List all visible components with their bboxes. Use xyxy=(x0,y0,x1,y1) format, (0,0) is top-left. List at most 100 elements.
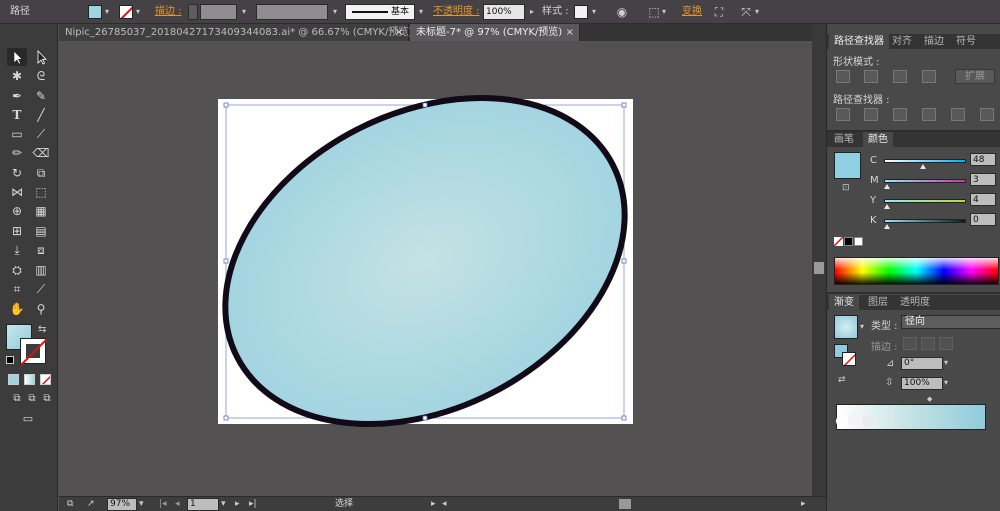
fill-swatch[interactable] xyxy=(88,5,102,19)
none-mode-button[interactable] xyxy=(40,374,51,385)
next-artboard-icon[interactable]: ▸ xyxy=(235,497,240,511)
trim-button[interactable] xyxy=(864,108,878,121)
symbol-sprayer-tool-icon[interactable]: ⛭ xyxy=(7,261,27,279)
gradient-angle-field[interactable]: 0° xyxy=(901,357,943,370)
channel-m-value[interactable]: 3 xyxy=(970,173,996,186)
graphic-style-dropdown[interactable]: ▾ xyxy=(589,4,599,20)
channel-k-thumb[interactable] xyxy=(884,224,890,229)
stroke-weight-stepper[interactable] xyxy=(188,4,198,20)
channel-k-slider[interactable] xyxy=(884,219,966,223)
draw-inside-icon[interactable]: ⧉ xyxy=(37,390,57,408)
opacity-dropdown[interactable]: ▸ xyxy=(527,4,537,20)
direct-selection-tool-icon[interactable] xyxy=(31,48,51,66)
gradient-midpoint-icon[interactable]: ◆ xyxy=(927,395,932,403)
tab-brushes[interactable]: 画笔 xyxy=(829,132,859,147)
screen-mode-icon[interactable]: ▭ xyxy=(18,410,38,428)
opacity-field[interactable]: 100% xyxy=(483,4,525,20)
zoom-tool-icon[interactable]: ⚲ xyxy=(31,300,51,318)
rotate-tool-icon[interactable]: ↻ xyxy=(7,164,27,182)
outline-button[interactable] xyxy=(951,108,965,121)
color-mode-button[interactable] xyxy=(8,374,19,385)
artboard-number-field[interactable]: 1 xyxy=(187,498,219,511)
channel-y-slider[interactable] xyxy=(884,199,966,203)
hand-tool-icon[interactable]: ✋ xyxy=(7,300,27,318)
gradient-stop-left[interactable] xyxy=(836,415,848,427)
rectangle-tool-icon[interactable]: ▭ xyxy=(7,125,27,143)
stroke-swatch[interactable] xyxy=(119,5,133,19)
vertical-scrollbar-thumb[interactable] xyxy=(814,262,824,274)
swap-fill-stroke-icon[interactable]: ⇆ xyxy=(38,324,46,335)
color-panel-swatch[interactable] xyxy=(834,152,861,179)
tab-align[interactable]: 对齐 xyxy=(887,34,917,49)
gradient-stop-right[interactable] xyxy=(862,415,874,427)
scale-tool-icon[interactable]: ⧉ xyxy=(31,164,51,182)
artboard-nav-icon[interactable]: ⧉ xyxy=(67,497,73,511)
divide-button[interactable] xyxy=(836,108,850,121)
variable-width-dropdown[interactable]: ▾ xyxy=(330,4,340,20)
exclude-button[interactable] xyxy=(922,70,936,83)
opacity-label-link[interactable]: 不透明度 : xyxy=(433,4,480,20)
tab-stroke[interactable]: 描边 xyxy=(919,34,949,49)
zoom-dropdown[interactable]: ▾ xyxy=(139,497,144,511)
unite-button[interactable] xyxy=(836,70,850,83)
merge-button[interactable] xyxy=(893,108,907,121)
horizontal-scrollbar-thumb[interactable] xyxy=(619,499,631,509)
isolate-icon[interactable]: ⛶ xyxy=(711,4,727,20)
slice-tool-icon[interactable]: ⟋ xyxy=(31,280,51,298)
stroke-weight-dropdown[interactable]: ▾ xyxy=(239,4,249,20)
line-tool-icon[interactable]: ╱ xyxy=(31,106,51,124)
column-graph-tool-icon[interactable]: ▥ xyxy=(31,261,51,279)
brush-definition-field[interactable]: 基本 xyxy=(345,4,415,20)
ellipse-artwork[interactable] xyxy=(59,41,812,496)
transform-link[interactable]: 变换 xyxy=(682,4,702,20)
pencil-tool-icon[interactable]: ✏ xyxy=(7,144,27,162)
intersect-button[interactable] xyxy=(893,70,907,83)
gradient-tool-icon[interactable]: ▤ xyxy=(31,222,51,240)
status-dropdown[interactable]: ▸ xyxy=(431,497,436,511)
vertical-scrollbar[interactable] xyxy=(812,24,826,496)
none-color-swatch[interactable] xyxy=(834,237,843,246)
channel-y-thumb[interactable] xyxy=(884,204,890,209)
width-tool-icon[interactable]: ⋈ xyxy=(7,183,27,201)
close-icon[interactable]: × xyxy=(566,24,574,41)
expand-button[interactable]: 扩展 xyxy=(955,69,995,84)
tab-layers[interactable]: 图层 xyxy=(863,295,893,310)
stroke-dropdown-arrow[interactable]: ▾ xyxy=(133,4,143,20)
curvature-tool-icon[interactable]: ✎ xyxy=(31,87,51,105)
channel-y-value[interactable]: 4 xyxy=(970,193,996,206)
tab-symbols[interactable]: 符号 xyxy=(951,34,981,49)
channel-m-slider[interactable] xyxy=(884,179,966,183)
artboard-dropdown[interactable]: ▾ xyxy=(221,497,226,511)
paintbrush-tool-icon[interactable]: ⟋ xyxy=(31,125,51,143)
crop-button[interactable] xyxy=(922,108,936,121)
tab-pathfinder[interactable]: 路径查找器 xyxy=(829,34,889,49)
channel-k-value[interactable]: 0 xyxy=(970,213,996,226)
color-spectrum-bar[interactable] xyxy=(834,257,999,285)
gradient-stroke-indicator[interactable] xyxy=(842,352,856,366)
distribute-dropdown[interactable]: ▾ xyxy=(752,4,762,20)
first-artboard-icon[interactable]: |◂ xyxy=(159,497,167,511)
blend-tool-icon[interactable]: ⧈ xyxy=(31,241,51,259)
eraser-tool-icon[interactable]: ⌫ xyxy=(31,144,51,162)
stroke-label-link[interactable]: 描边 : xyxy=(155,4,182,20)
gradient-aspect-field[interactable]: 100% xyxy=(901,377,943,390)
black-color-swatch[interactable] xyxy=(844,237,853,246)
gradient-stop-mid[interactable] xyxy=(848,413,862,427)
gradient-type-select[interactable]: 径向 xyxy=(901,315,1000,329)
align-to-dropdown[interactable]: ▾ xyxy=(659,4,669,20)
fill-dropdown-arrow[interactable]: ▾ xyxy=(102,4,112,20)
canvas-area[interactable] xyxy=(59,41,812,496)
channel-c-value[interactable]: 48 xyxy=(970,153,996,166)
recolor-artwork-icon[interactable]: ◉ xyxy=(614,4,630,20)
perspective-grid-tool-icon[interactable]: ▦ xyxy=(31,202,51,220)
stroke-color-indicator[interactable] xyxy=(20,338,47,365)
eyedropper-tool-icon[interactable]: ⤓ xyxy=(7,241,27,259)
aspect-dropdown[interactable]: ▾ xyxy=(944,378,948,387)
gradient-mode-button[interactable] xyxy=(24,374,35,385)
reverse-gradient-icon[interactable]: ⇄ xyxy=(838,375,846,385)
gradient-preview-dropdown[interactable]: ▾ xyxy=(860,322,864,331)
channel-m-thumb[interactable] xyxy=(884,184,890,189)
white-color-swatch[interactable] xyxy=(854,237,863,246)
stroke-weight-field[interactable] xyxy=(200,4,237,20)
selection-tool-arrow-icon[interactable] xyxy=(7,48,27,66)
